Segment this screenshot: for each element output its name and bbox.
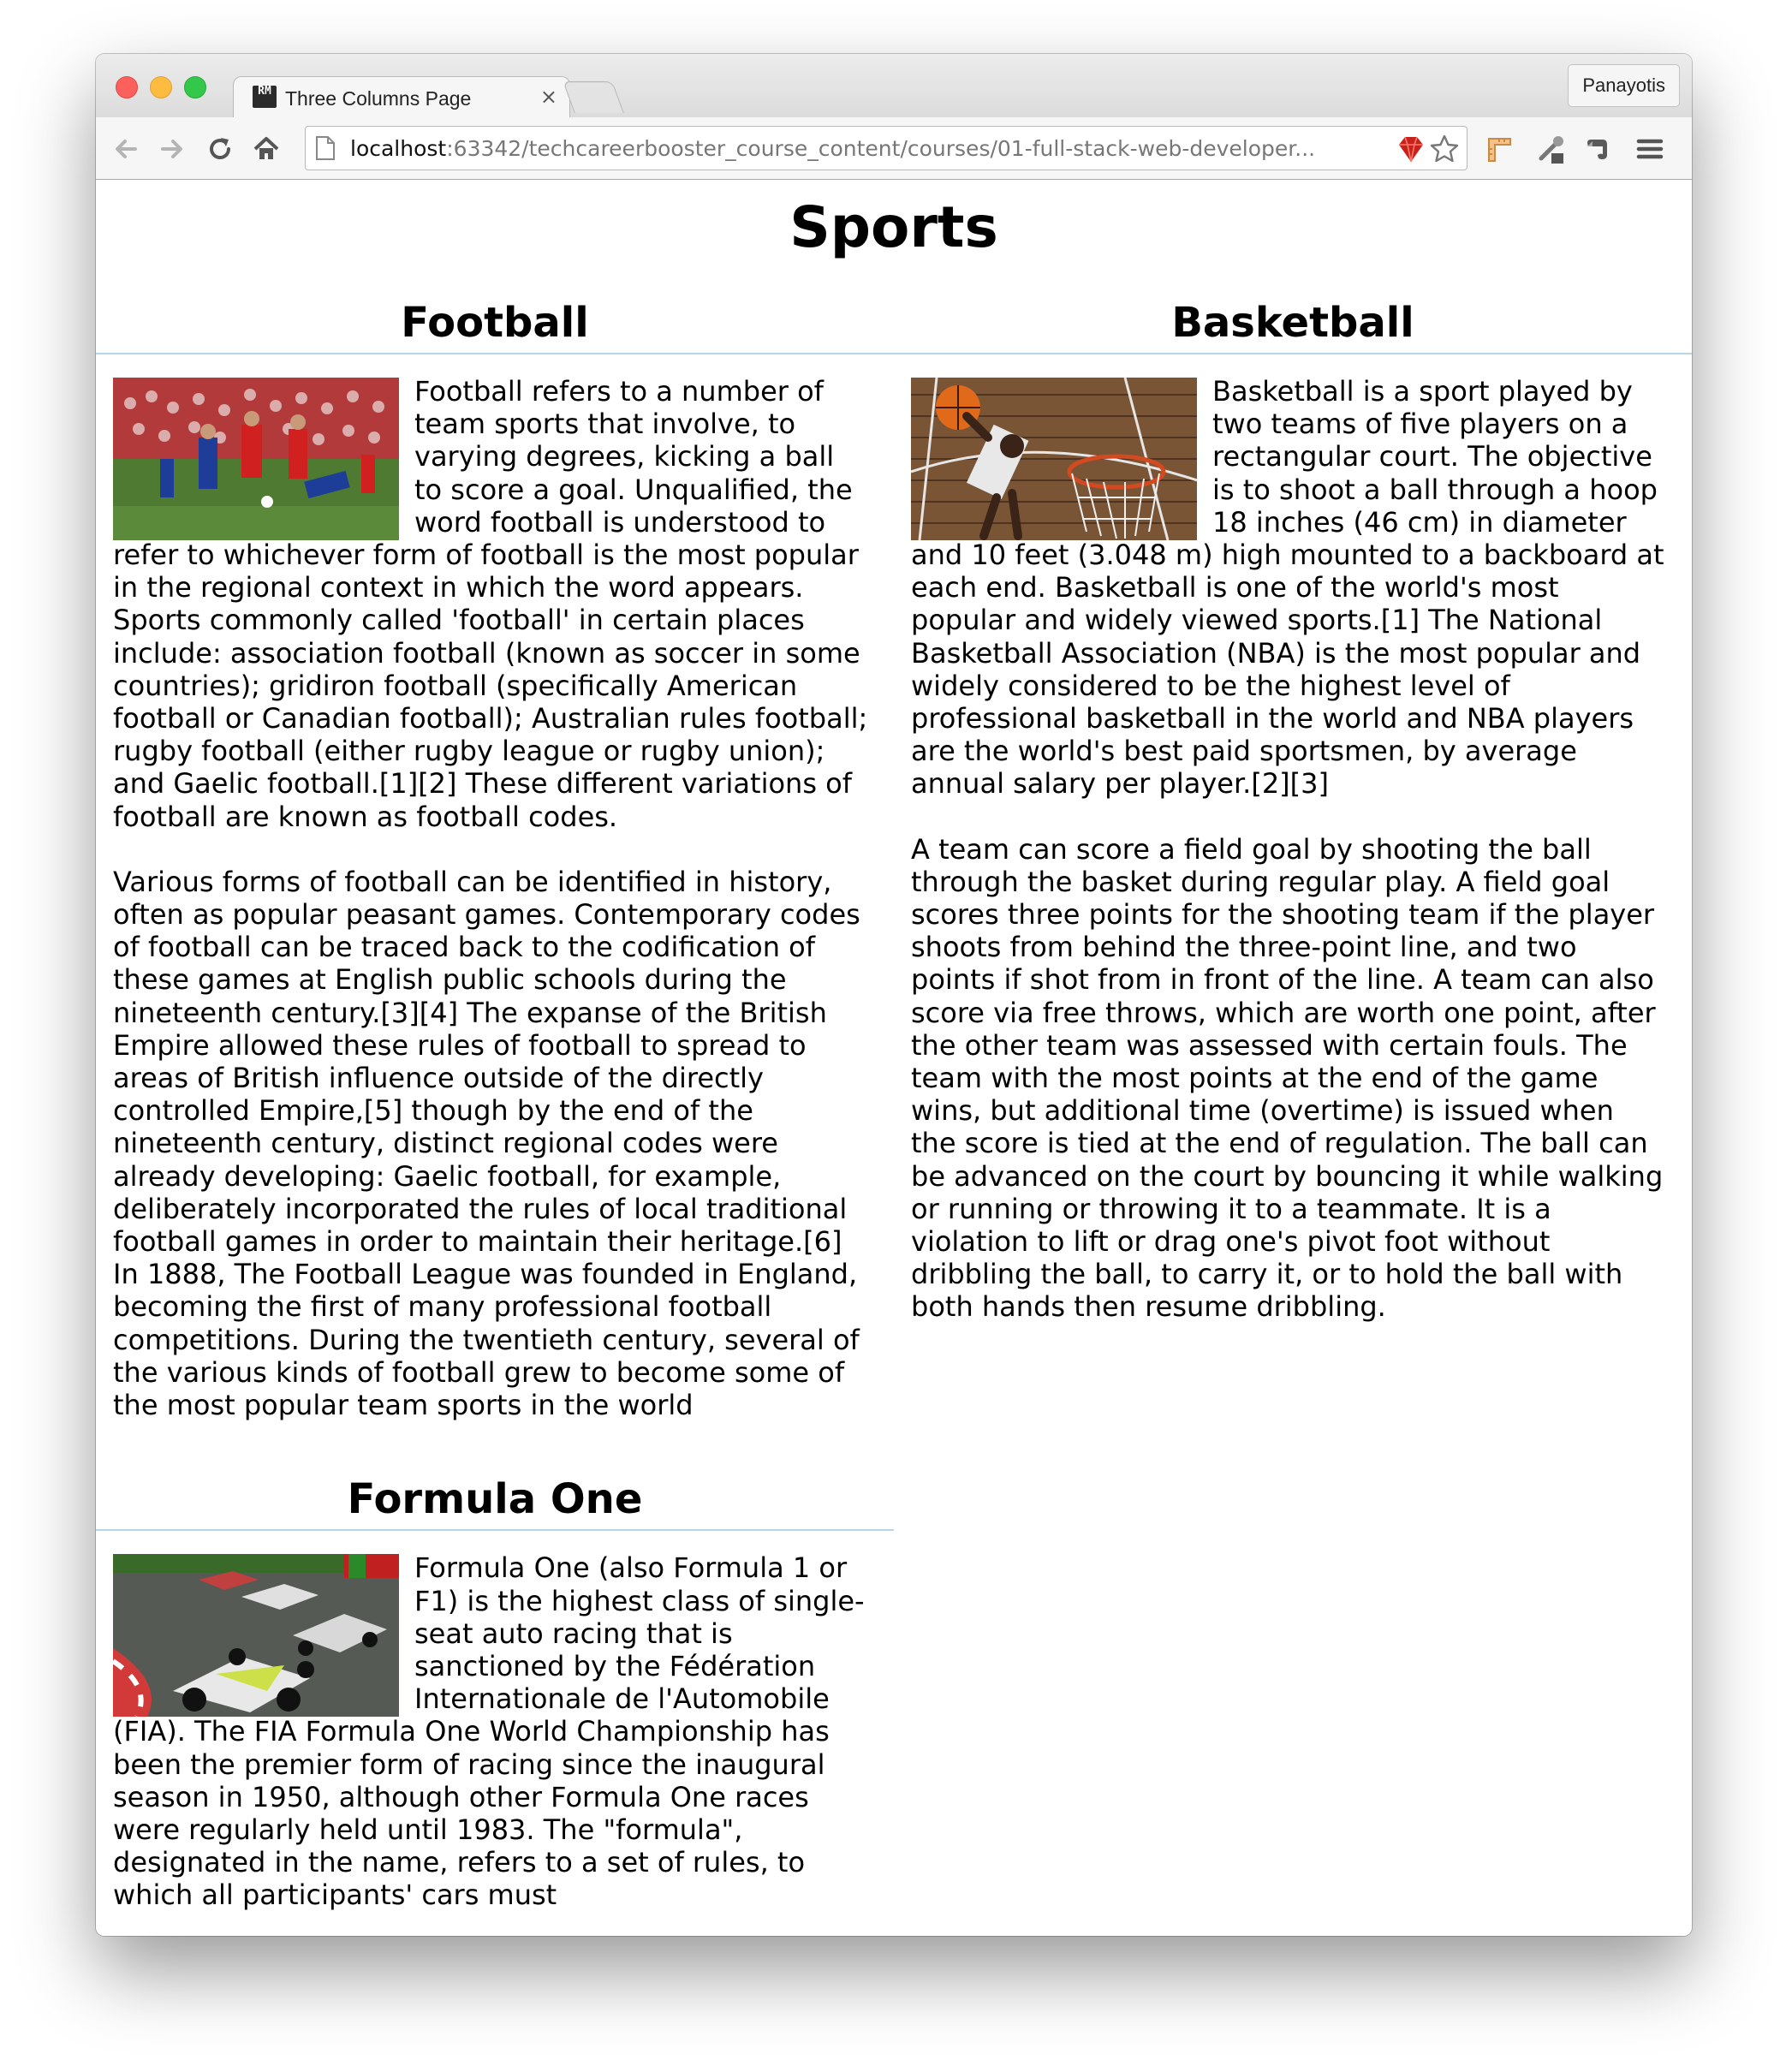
star-icon[interactable] — [1429, 134, 1460, 164]
page-viewport[interactable]: Sports Football Football refers to a num… — [96, 180, 1692, 1936]
basketball-section: Basketball Basketball is a sport played … — [894, 293, 1692, 1356]
football-image — [113, 378, 399, 540]
url-host: localhost — [350, 136, 447, 161]
tab-three-columns-page[interactable]: RM Three Columns Page × — [233, 76, 570, 118]
right-column: Basketball Basketball is a sport played … — [894, 293, 1692, 1356]
url-path: :63342/techcareerbooster_course_content/… — [446, 136, 1316, 161]
minimize-window-button[interactable] — [150, 76, 172, 98]
football-heading: Football — [96, 293, 894, 354]
close-window-button[interactable] — [116, 76, 138, 98]
rubymine-favicon-icon: RM — [253, 85, 277, 108]
zoom-window-button[interactable] — [184, 76, 206, 98]
profile-button[interactable]: Panayotis — [1568, 64, 1680, 107]
page-title: Sports — [789, 194, 998, 260]
browser-window: RM Three Columns Page × Panayotis localh… — [96, 54, 1692, 1936]
ruby-extension-icon[interactable] — [1395, 134, 1426, 164]
tab-close-icon[interactable]: × — [540, 85, 557, 109]
back-arrow-icon[interactable] — [110, 133, 142, 165]
evernote-icon[interactable] — [1581, 133, 1613, 165]
football-section: Football Football refers to a number of … — [96, 293, 894, 1454]
football-body: Football refers to a number of team spor… — [96, 354, 894, 1454]
new-tab-button[interactable] — [563, 81, 624, 113]
home-icon[interactable] — [250, 133, 283, 165]
basketball-body: Basketball is a sport played by two team… — [894, 354, 1692, 1356]
eyedropper-extension-icon[interactable] — [1534, 133, 1567, 165]
basketball-heading: Basketball — [894, 293, 1692, 354]
basketball-paragraph-2: A team can score a field goal by shootin… — [911, 832, 1664, 1324]
hamburger-menu-icon[interactable] — [1634, 133, 1666, 165]
favicon-text: RM — [258, 85, 271, 98]
formula-one-section: Formula One Formula One (also Formula 1 … — [96, 1469, 894, 1936]
browser-toolbar: localhost:63342/techcareerbooster_course… — [96, 117, 1692, 180]
football-paragraph-2: Various forms of football can be identif… — [113, 865, 860, 1422]
left-column: Football Football refers to a number of … — [96, 293, 894, 1936]
tab-title: Three Columns Page — [285, 87, 472, 110]
basketball-image — [911, 378, 1197, 540]
formula-one-heading: Formula One — [96, 1469, 894, 1532]
ruler-extension-icon[interactable] — [1483, 133, 1515, 165]
formula-one-image — [113, 1554, 399, 1718]
reload-icon[interactable] — [204, 133, 236, 165]
formula-one-body: Formula One (also Formula 1 or F1) is th… — [96, 1531, 894, 1936]
url-text: localhost:63342/techcareerbooster_course… — [350, 136, 1315, 161]
forward-arrow-icon[interactable] — [156, 133, 188, 165]
address-bar[interactable]: localhost:63342/techcareerbooster_course… — [305, 126, 1467, 170]
page-icon — [316, 136, 335, 160]
tab-strip: RM Three Columns Page × Panayotis — [96, 54, 1692, 118]
